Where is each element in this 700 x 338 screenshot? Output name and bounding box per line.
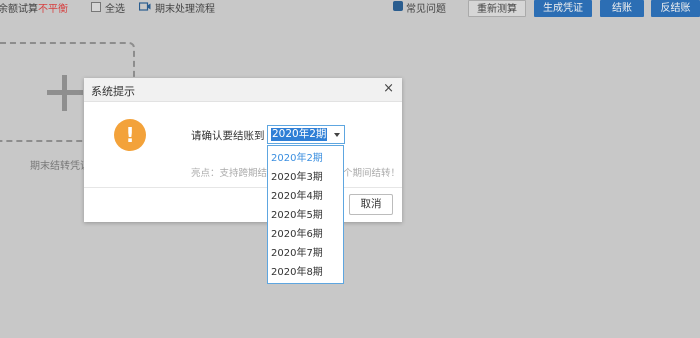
confirm-label: 请确认要结账到 <box>191 130 265 142</box>
period-option[interactable]: 2020年6期 <box>268 225 343 244</box>
video-icon[interactable] <box>139 2 151 11</box>
reverse-close-button[interactable]: 反结账 <box>651 0 700 17</box>
period-select-value: 2020年2期 <box>271 128 328 141</box>
period-option[interactable]: 2020年8期 <box>268 263 343 282</box>
select-all-checkbox[interactable] <box>91 2 101 12</box>
close-icon[interactable]: × <box>383 81 394 97</box>
period-option[interactable]: 2020年4期 <box>268 187 343 206</box>
dialog-divider <box>84 187 402 188</box>
close-period-button[interactable]: 结账 <box>600 0 644 17</box>
system-prompt-dialog: 系统提示 × ! 请确认要结账到 2020年2期 亮点：支持跨期结账，会自动完成… <box>84 78 402 222</box>
generate-voucher-button[interactable]: 生成凭证 <box>534 0 592 17</box>
dialog-title: 系统提示 <box>91 85 135 98</box>
period-flow-link[interactable]: 期末处理流程 <box>155 0 215 15</box>
cancel-button[interactable]: 取消 <box>349 194 393 215</box>
help-link[interactable]: 常见问题 <box>406 0 446 15</box>
chevron-down-icon[interactable] <box>334 133 340 137</box>
period-option[interactable]: 2020年3期 <box>268 168 343 187</box>
period-select[interactable]: 2020年2期 <box>267 125 345 144</box>
period-option[interactable]: 2020年7期 <box>268 244 343 263</box>
help-icon[interactable] <box>393 1 403 11</box>
select-all-label: 全选 <box>105 4 125 15</box>
period-transfer-caption: 期末结转凭证 <box>30 161 90 172</box>
period-option[interactable]: 2020年5期 <box>268 206 343 225</box>
plus-icon[interactable] <box>47 75 83 111</box>
balance-check-label: 余额试算不平衡 <box>0 4 68 15</box>
balance-status: 不平衡 <box>38 4 68 15</box>
period-dropdown-list: 2020年2期 2020年3期 2020年4期 2020年5期 2020年6期 … <box>267 145 344 284</box>
warning-icon: ! <box>114 119 146 151</box>
recalculate-button[interactable]: 重新测算 <box>468 0 526 17</box>
dialog-header: 系统提示 × <box>84 78 402 102</box>
period-option[interactable]: 2020年2期 <box>268 149 343 168</box>
top-toolbar: 余额试算不平衡 全选 期末处理流程 常见问题 重新测算 生成凭证 结账 反结账 <box>0 0 700 18</box>
